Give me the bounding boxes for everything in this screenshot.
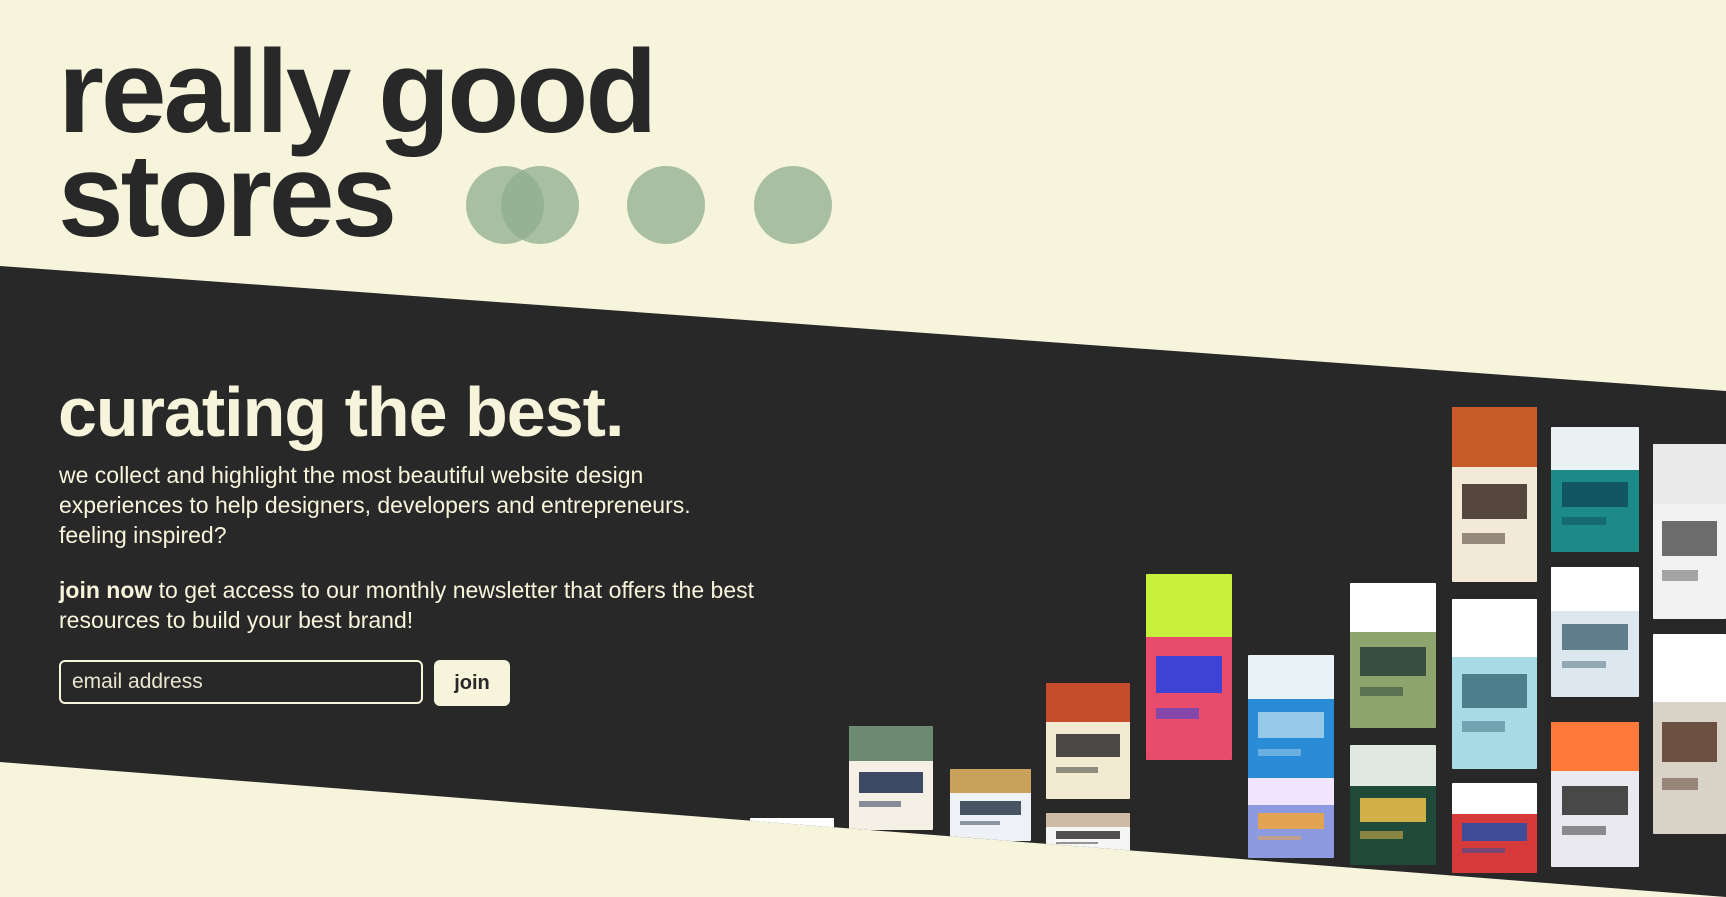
store-screenshot-5[interactable] (1046, 813, 1130, 853)
store-screenshot-8[interactable] (1248, 778, 1334, 858)
logo-line-1: really good (58, 26, 657, 158)
store-screenshot-16[interactable] (1653, 444, 1726, 619)
store-screenshot-12[interactable] (1551, 427, 1639, 552)
store-screenshot-9[interactable] (1452, 407, 1537, 582)
store-screenshot-7[interactable] (1350, 583, 1436, 728)
logo-dot-2 (501, 166, 579, 244)
store-screenshot-18[interactable] (750, 818, 834, 848)
store-screenshot-1[interactable] (849, 726, 933, 830)
store-screenshot-13[interactable] (1551, 567, 1639, 697)
logo-dot-4 (754, 166, 832, 244)
store-screenshot-11[interactable] (1452, 783, 1537, 873)
store-screenshot-15[interactable] (1350, 745, 1436, 865)
store-screenshot-14[interactable] (1551, 722, 1639, 867)
store-screenshot-2[interactable] (950, 769, 1031, 841)
logo-dot-3 (627, 166, 705, 244)
store-screenshot-3[interactable] (1046, 683, 1130, 799)
store-screenshot-10[interactable] (1452, 599, 1537, 769)
store-screenshot-6[interactable] (1248, 655, 1334, 785)
store-screenshot-4[interactable] (1146, 574, 1232, 760)
store-screenshot-17[interactable] (1653, 634, 1726, 834)
